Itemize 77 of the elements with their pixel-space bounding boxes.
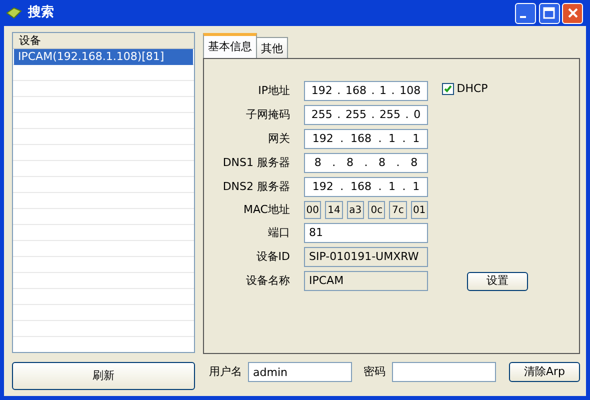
field-label: 端口 <box>267 224 290 241</box>
octet: 1 <box>412 178 420 195</box>
app-icon <box>6 6 22 20</box>
tab[interactable]: 其他 <box>256 37 288 58</box>
separator: . <box>402 130 406 147</box>
octet: 8 <box>346 154 354 171</box>
separator: . <box>332 154 336 171</box>
ip-address-field[interactable]: 192 . 168 . 1 . 1 <box>304 177 428 197</box>
username-field[interactable]: admin <box>248 362 352 382</box>
field-label: IP地址 <box>257 82 290 99</box>
separator: . <box>396 154 400 171</box>
field-label: DNS2 服务器 <box>222 178 290 195</box>
mac-byte-field: 14 <box>325 201 343 219</box>
octet: 0 <box>414 106 421 123</box>
close-icon <box>566 7 579 19</box>
field-label: 网关 <box>267 130 290 147</box>
separator: . <box>371 82 375 99</box>
octet: 255 <box>380 106 401 123</box>
separator: . <box>378 178 382 195</box>
set-button[interactable]: 设置 <box>467 272 528 290</box>
octet: 8 <box>314 154 322 171</box>
octet: 168 <box>350 178 372 195</box>
octet: 1 <box>388 178 396 195</box>
ip-address-field[interactable]: 192 . 168 . 1 . 108 <box>304 81 428 101</box>
mac-byte-field: 0c <box>368 201 386 219</box>
field-label: 设备名称 <box>245 272 290 289</box>
octet: 1 <box>412 130 420 147</box>
separator: . <box>340 130 344 147</box>
field-label: MAC地址 <box>242 202 290 218</box>
separator: . <box>378 130 382 147</box>
window-title: 搜索 <box>28 4 54 22</box>
maximize-button[interactable] <box>538 2 560 24</box>
list-item[interactable]: IPCAM(192.168.1.108)[81] <box>14 49 193 65</box>
clear-arp-button[interactable]: 清除Arp <box>509 362 580 382</box>
checkmark-icon <box>442 83 454 96</box>
octet: 255 <box>345 106 366 123</box>
column-header: 设备 <box>13 33 194 49</box>
octet: 1 <box>380 82 387 99</box>
mac-byte-field: 00 <box>304 201 322 219</box>
octet: 8 <box>378 154 386 171</box>
separator: . <box>340 178 344 195</box>
minimize-button[interactable] <box>514 2 536 24</box>
octet: 8 <box>410 154 418 171</box>
octet: 168 <box>350 130 372 147</box>
tab[interactable]: 基本信息 <box>203 33 257 58</box>
mac-byte-field: 7c <box>389 201 407 219</box>
field-label: 子网掩码 <box>245 106 290 123</box>
separator: . <box>405 106 409 123</box>
password-field[interactable] <box>392 362 496 382</box>
field-label: DNS1 服务器 <box>222 154 290 171</box>
dhcp-checkbox[interactable]: DHCP <box>442 81 579 98</box>
mac-byte-field: a3 <box>346 201 364 219</box>
refresh-button[interactable]: 刷新 <box>12 362 195 390</box>
text-field[interactable]: 81 <box>304 223 428 243</box>
octet: 168 <box>345 82 366 99</box>
separator: . <box>402 178 406 195</box>
octet: 192 <box>312 130 334 147</box>
maximize-icon <box>543 7 555 19</box>
octet: 192 <box>311 82 332 99</box>
separator: . <box>364 154 368 171</box>
ip-address-field[interactable]: 255 . 255 . 255 . 0 <box>304 105 428 125</box>
octet: 255 <box>311 106 332 123</box>
separator: . <box>371 106 375 123</box>
username-label: 用户名 <box>209 364 242 380</box>
octet: 192 <box>312 178 334 195</box>
separator: . <box>391 82 395 99</box>
separator: . <box>337 106 341 123</box>
password-label: 密码 <box>364 364 386 380</box>
octet: 108 <box>400 82 421 99</box>
ip-address-field[interactable]: 8 . 8 . 8 . 8 <box>304 153 428 173</box>
close-button[interactable] <box>562 2 584 24</box>
separator: . <box>337 82 341 99</box>
minimize-icon <box>520 16 526 18</box>
octet: 1 <box>388 130 396 147</box>
mac-byte-field: 01 <box>410 201 428 219</box>
field-label: 设备ID <box>255 248 290 265</box>
ip-address-field[interactable]: 192 . 168 . 1 . 1 <box>304 129 428 149</box>
